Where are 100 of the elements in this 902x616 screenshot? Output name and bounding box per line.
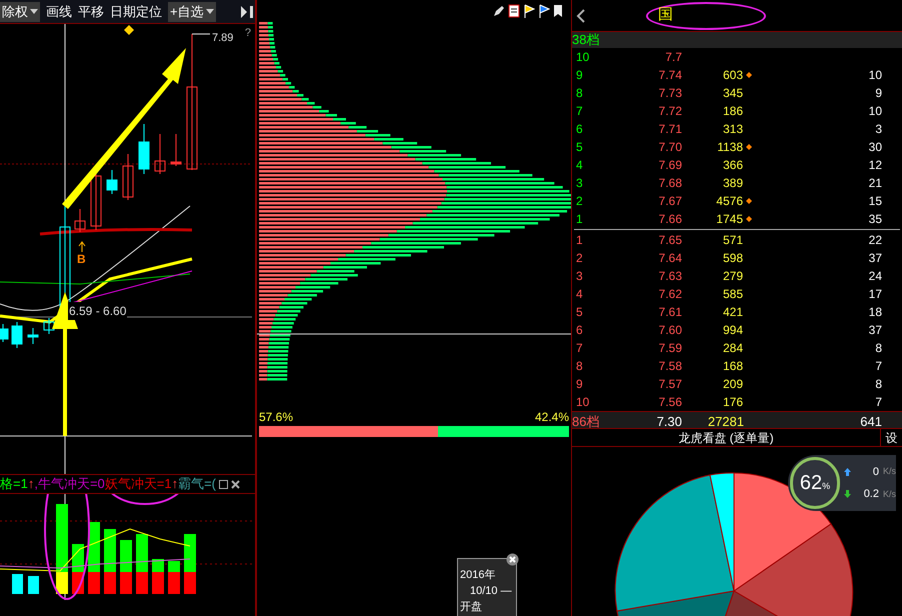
flag-icon[interactable] <box>538 4 550 18</box>
panel-title: 龙虎看盘 (逐单量) <box>677 430 775 446</box>
count-text: 37 <box>868 322 882 339</box>
close-icon[interactable] <box>506 553 519 566</box>
level-label: 6 <box>575 322 584 339</box>
candlestick <box>122 154 134 200</box>
dropdown-button[interactable]: +自选 <box>168 2 216 22</box>
high-price-label: 7.89 <box>212 31 234 46</box>
indicator-bar <box>104 529 116 594</box>
volume-text: 389 <box>722 175 743 192</box>
level-label: 8 <box>575 85 584 102</box>
level-label: 7 <box>575 340 584 357</box>
level-label: 5 <box>575 139 584 156</box>
volume-text: 421 <box>722 304 743 321</box>
caret-icon <box>206 9 214 14</box>
count-text: 641 <box>859 413 882 431</box>
level-label: 4 <box>575 157 584 174</box>
back-icon[interactable] <box>576 8 586 22</box>
candlestick <box>12 322 22 348</box>
volume-text: 1138 <box>717 139 743 156</box>
price-text: 7.66 <box>658 211 682 228</box>
price-text: 7.59 <box>658 340 682 357</box>
volume-text: 1745 <box>716 211 743 228</box>
skip-to-end-icon[interactable] <box>241 6 253 18</box>
volume-text: 345 <box>722 85 743 102</box>
candlestick <box>138 124 150 174</box>
maximize-icon[interactable] <box>219 480 228 488</box>
level-label: 9 <box>575 376 584 393</box>
pencil-icon[interactable] <box>493 5 505 17</box>
volume-text: 279 <box>722 268 743 285</box>
download-speed: 0.2 <box>862 487 879 502</box>
count-text: 7 <box>874 394 882 411</box>
level-label: 7 <box>575 103 584 120</box>
up-arrow-icon <box>844 468 851 476</box>
level-label: 4 <box>575 286 584 303</box>
toolbar-button[interactable]: 画线 <box>46 2 72 22</box>
candlestick <box>28 328 38 344</box>
candlestick <box>44 318 54 334</box>
settings-button[interactable]: 设 <box>880 428 902 446</box>
indicator-text: ,牛气冲天=0 <box>34 475 105 493</box>
percent-text: 62 <box>800 471 822 496</box>
percent-label: 57.6% <box>259 409 294 426</box>
unit-label: K/s <box>882 465 896 478</box>
level-label: 3 <box>575 175 584 192</box>
price-text: 7.30 <box>656 413 682 431</box>
price-text: 7.65 <box>658 232 682 249</box>
tooltip-text: 2016年 <box>460 568 496 583</box>
volume-text: 571 <box>722 232 743 249</box>
indicator-bar <box>72 544 84 594</box>
volume-text: 994 <box>722 322 743 339</box>
bookmark-icon[interactable] <box>553 4 563 18</box>
price-text: 7.74 <box>658 67 682 84</box>
level-label: 1 <box>575 232 584 249</box>
price-text: 7.69 <box>658 157 682 174</box>
volume-text: 176 <box>722 394 743 411</box>
price-text: 7.57 <box>658 376 682 393</box>
price-text: 7.67 <box>658 193 682 210</box>
level-label: 2 <box>575 250 584 267</box>
candlestick <box>74 208 86 232</box>
volume-text: 168 <box>722 358 743 375</box>
level-label: 10 <box>575 49 590 66</box>
percent-sign: % <box>822 480 830 494</box>
toolbar-button[interactable]: 平移 <box>78 2 104 22</box>
count-text: 24 <box>868 268 882 285</box>
buy-depth-label: 86档 <box>572 413 600 431</box>
tooltip-text: 10/10 — <box>469 584 513 599</box>
volume-text: 4576 <box>716 193 743 210</box>
level-label: 1 <box>575 211 584 228</box>
count-text: 8 <box>874 376 882 393</box>
count-text: 22 <box>868 232 882 249</box>
count-text: 10 <box>868 103 882 120</box>
dropdown-button[interactable]: 除权 <box>0 2 40 22</box>
flag-icon[interactable] <box>523 4 535 18</box>
document-icon[interactable] <box>508 4 520 18</box>
volume-text: 284 <box>722 340 743 357</box>
stock-title: 国 <box>658 5 673 26</box>
close-icon[interactable] <box>231 480 240 488</box>
candlestick <box>106 170 118 194</box>
toolbar-button[interactable]: 日期定位 <box>110 2 162 22</box>
count-text: 12 <box>868 157 882 174</box>
count-text: 30 <box>868 139 882 156</box>
level-label: 10 <box>575 394 590 411</box>
price-text: 7.61 <box>658 304 682 321</box>
price-text: 7.71 <box>658 121 682 138</box>
volume-text: 27281 <box>706 413 745 431</box>
upload-speed: 0 <box>872 464 879 480</box>
indicator-bar <box>152 559 164 594</box>
count-text: 37 <box>868 250 882 267</box>
down-arrow-icon <box>844 490 851 498</box>
volume-text: 366 <box>722 157 743 174</box>
indicator-bar <box>136 534 148 594</box>
count-text: 18 <box>868 304 882 321</box>
help-label[interactable]: ? <box>244 25 251 42</box>
price-text: 7.70 <box>658 139 682 156</box>
indicator-bar <box>168 561 180 594</box>
volume-text: 313 <box>722 121 743 138</box>
indicator-bar <box>120 540 132 594</box>
level-label: 6 <box>575 121 584 138</box>
price-text: 7.7 <box>664 49 682 66</box>
candlestick <box>170 134 182 166</box>
